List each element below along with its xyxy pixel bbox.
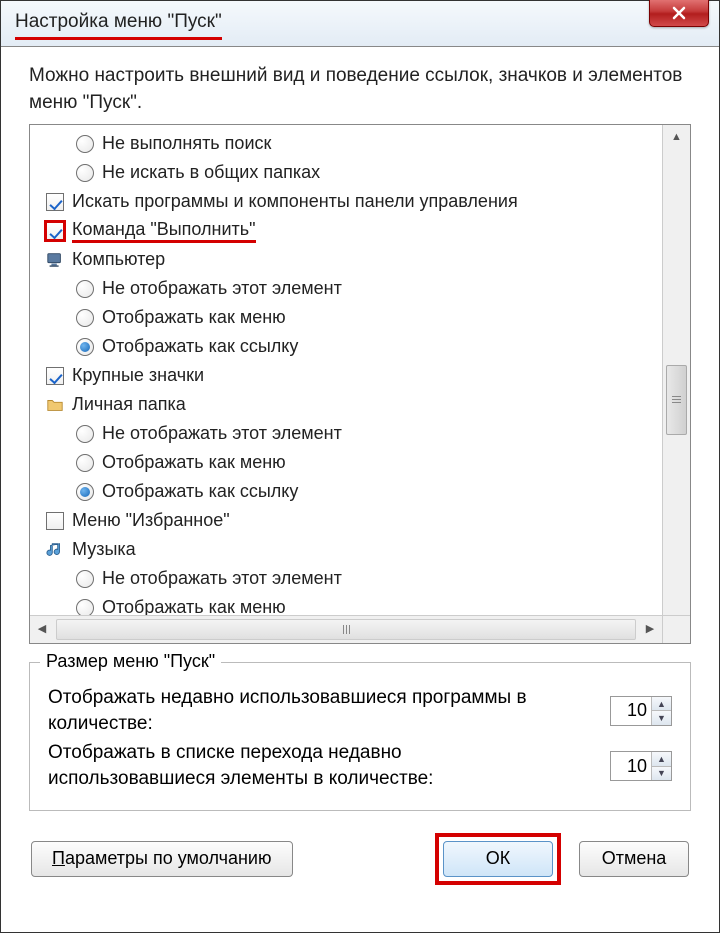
window-title: Настройка меню "Пуск" [15,7,222,40]
option-row[interactable]: Искать программы и компоненты панели упр… [36,187,662,216]
jumplist-label: Отображать в списке перехода недавно исп… [48,740,528,791]
options-list[interactable]: Не выполнять поиск Не искать в общих папк… [30,125,662,615]
option-row[interactable]: Компьютер [36,245,662,274]
recent-programs-spinner[interactable]: ▲ ▼ [610,696,672,726]
option-label: Отображать как меню [102,597,286,615]
option-row[interactable]: Музыка [36,535,662,564]
folder-icon [44,394,66,416]
computer-icon [44,249,66,271]
option-label: Компьютер [72,249,165,270]
option-row[interactable]: Меню "Избранное" [36,506,662,535]
radio[interactable] [74,307,96,329]
option-label: Искать программы и компоненты панели упр… [72,191,518,212]
option-row[interactable]: Не отображать этот элемент [36,274,662,303]
hscroll-track[interactable] [56,619,636,640]
option-label: Команда "Выполнить" [72,219,256,243]
close-icon [671,5,687,21]
spin-down-icon[interactable]: ▼ [652,767,671,781]
option-label: Отображать как ссылку [102,336,298,357]
radio[interactable] [74,481,96,503]
cancel-button[interactable]: Отмена [579,841,689,877]
defaults-button-label: Параметры по умолчанию [52,848,272,869]
option-row[interactable]: Отображать как меню [36,303,662,332]
radio[interactable] [74,597,96,616]
option-label: Музыка [72,539,136,560]
dialog-window: Настройка меню "Пуск" Можно настроить вн… [0,0,720,933]
option-row[interactable]: Команда "Выполнить" [36,216,662,245]
spin-down-icon[interactable]: ▼ [652,711,671,725]
option-row[interactable]: Не искать в общих папках [36,158,662,187]
ok-button-highlight: ОК [435,833,561,885]
option-label: Крупные значки [72,365,204,386]
horizontal-scrollbar[interactable]: ◀ ▶ [30,615,662,643]
scroll-right-arrow-icon[interactable]: ▶ [638,616,662,643]
option-row[interactable]: Не отображать этот элемент [36,419,662,448]
radio[interactable] [74,423,96,445]
option-label: Отображать как меню [102,307,286,328]
start-menu-size-group: Размер меню "Пуск" Отображать недавно ис… [29,662,691,811]
checkbox[interactable] [44,365,66,387]
option-label: Личная папка [72,394,186,415]
option-row[interactable]: Крупные значки [36,361,662,390]
ok-button[interactable]: ОК [443,841,553,877]
scroll-up-arrow-icon[interactable]: ▲ [663,125,690,149]
defaults-button[interactable]: Параметры по умолчанию [31,841,293,877]
option-row[interactable]: Отображать как ссылку [36,477,662,506]
music-icon [44,539,66,561]
option-row[interactable]: Не выполнять поиск [36,129,662,158]
spin-up-icon[interactable]: ▲ [652,752,671,767]
option-row[interactable]: Отображать как ссылку [36,332,662,361]
option-label: Не отображать этот элемент [102,278,342,299]
scroll-left-arrow-icon[interactable]: ◀ [30,616,54,643]
checkbox[interactable] [44,191,66,213]
radio[interactable] [74,336,96,358]
description-text: Можно настроить внешний вид и поведение … [29,63,691,116]
radio[interactable] [74,162,96,184]
button-row: Параметры по умолчанию ОК Отмена [29,833,691,885]
scroll-corner [662,615,690,643]
group-title: Размер меню "Пуск" [40,651,221,672]
scroll-thumb[interactable] [666,365,687,435]
option-row[interactable]: Личная папка [36,390,662,419]
option-row[interactable]: Отображать как меню [36,593,662,615]
jumplist-input[interactable] [611,752,651,780]
checkbox[interactable] [44,220,66,242]
option-label: Не искать в общих папках [102,162,320,183]
option-label: Не отображать этот элемент [102,423,342,444]
close-button[interactable] [649,0,709,27]
spin-up-icon[interactable]: ▲ [652,697,671,712]
option-label: Не выполнять поиск [102,133,271,154]
option-row[interactable]: Отображать как меню [36,448,662,477]
recent-programs-input[interactable] [611,697,651,725]
jumplist-spinner[interactable]: ▲ ▼ [610,751,672,781]
option-label: Отображать как ссылку [102,481,298,502]
options-listbox: Не выполнять поиск Не искать в общих папк… [29,124,691,644]
radio[interactable] [74,278,96,300]
checkbox[interactable] [44,510,66,532]
option-row[interactable]: Не отображать этот элемент [36,564,662,593]
option-label: Отображать как меню [102,452,286,473]
recent-programs-label: Отображать недавно использовавшиеся прог… [48,685,528,736]
option-label: Не отображать этот элемент [102,568,342,589]
radio[interactable] [74,568,96,590]
option-label: Меню "Избранное" [72,510,230,531]
radio[interactable] [74,452,96,474]
titlebar[interactable]: Настройка меню "Пуск" [1,1,719,47]
radio[interactable] [74,133,96,155]
vertical-scrollbar[interactable]: ▲ [662,125,690,615]
dialog-content: Можно настроить внешний вид и поведение … [1,47,719,895]
